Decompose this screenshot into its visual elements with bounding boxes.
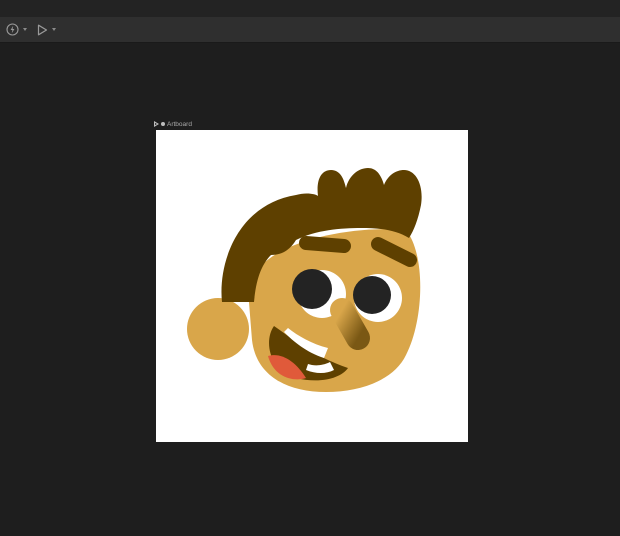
character-illustration bbox=[187, 168, 422, 392]
record-dot-icon bbox=[161, 122, 165, 126]
left-eyebrow bbox=[299, 236, 351, 253]
lightning-menu-button[interactable] bbox=[6, 21, 27, 38]
nose bbox=[330, 298, 370, 350]
window-title-bar bbox=[0, 0, 620, 17]
lightning-circle-icon bbox=[6, 23, 19, 36]
top-toolbar bbox=[0, 17, 620, 43]
right-pupil bbox=[353, 276, 391, 314]
artboard[interactable] bbox=[156, 130, 468, 442]
play-menu-button[interactable] bbox=[37, 21, 56, 38]
ear bbox=[187, 298, 249, 360]
chevron-down-icon bbox=[52, 28, 56, 31]
play-icon bbox=[37, 24, 48, 36]
artboard-label[interactable]: Artboard bbox=[154, 119, 192, 129]
play-icon bbox=[154, 121, 159, 127]
design-canvas[interactable]: Artboard bbox=[0, 43, 620, 536]
chevron-down-icon bbox=[23, 28, 27, 31]
artboard-name: Artboard bbox=[167, 120, 192, 128]
left-pupil bbox=[292, 269, 332, 309]
